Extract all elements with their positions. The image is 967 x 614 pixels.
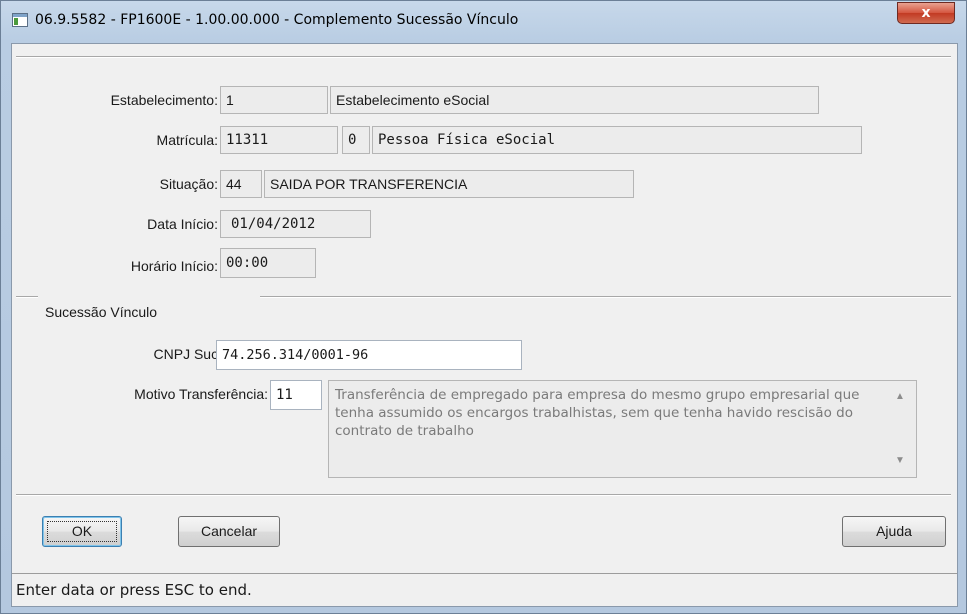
close-icon: x (921, 5, 931, 21)
help-button-label: Ajuda (876, 523, 912, 539)
matricula-label: Matrícula: (156, 132, 218, 148)
estabelecimento-name-field[interactable]: Estabelecimento eSocial (330, 86, 819, 114)
situacao-label: Situação: (159, 176, 218, 192)
scroll-down-arrow-icon[interactable]: ▼ (895, 455, 905, 466)
estabelecimento-code-field[interactable]: 1 (220, 86, 328, 114)
group-divider-right (260, 296, 951, 298)
button-divider (16, 494, 951, 496)
horario-inicio-label: Horário Início: (130, 258, 218, 274)
motivo-description-box[interactable]: Transferência de empregado para empresa … (328, 380, 917, 478)
horario-inicio-field[interactable]: 00:00 (220, 248, 316, 278)
data-inicio-field[interactable]: 01/04/2012 (220, 210, 371, 238)
close-button[interactable]: x (897, 2, 955, 24)
situacao-code-field[interactable]: 44 (220, 170, 262, 198)
form-panel: Estabelecimento: 1 Estabelecimento eSoci… (11, 43, 958, 607)
ok-button[interactable]: OK (42, 516, 122, 547)
status-bar: Enter data or press ESC to end. (12, 573, 957, 606)
program-window-icon (12, 13, 28, 27)
title-bar[interactable]: 06.9.5582 - FP1600E - 1.00.00.000 - Comp… (1, 1, 966, 41)
sucessao-group-label: Sucessão Vínculo (45, 304, 158, 320)
estabelecimento-label: Estabelecimento: (110, 92, 218, 108)
motivo-description-text: Transferência de empregado para empresa … (335, 387, 860, 439)
matricula-field[interactable]: 11311 (220, 126, 338, 154)
focus-rectangle (47, 521, 117, 542)
motivo-code-input[interactable]: 11 (270, 380, 322, 410)
motivo-label: Motivo Transferência: (134, 386, 268, 402)
cnpj-sucessora-input[interactable]: 74.256.314/0001-96 (216, 340, 522, 370)
matricula-digit-field[interactable]: 0 (342, 126, 370, 154)
data-inicio-label: Data Início: (147, 216, 218, 232)
scroll-up-arrow-icon[interactable]: ▲ (895, 391, 905, 402)
application-window: 06.9.5582 - FP1600E - 1.00.00.000 - Comp… (0, 0, 967, 614)
top-divider (16, 56, 951, 58)
cancel-button-label: Cancelar (200, 523, 258, 539)
person-name-field[interactable]: Pessoa Física eSocial (372, 126, 862, 154)
cancel-button[interactable]: Cancelar (178, 516, 280, 547)
situacao-description-field[interactable]: SAIDA POR TRANSFERENCIA (264, 170, 634, 198)
help-button[interactable]: Ajuda (842, 516, 946, 547)
group-divider-left (16, 296, 38, 298)
window-title: 06.9.5582 - FP1600E - 1.00.00.000 - Comp… (35, 12, 519, 28)
